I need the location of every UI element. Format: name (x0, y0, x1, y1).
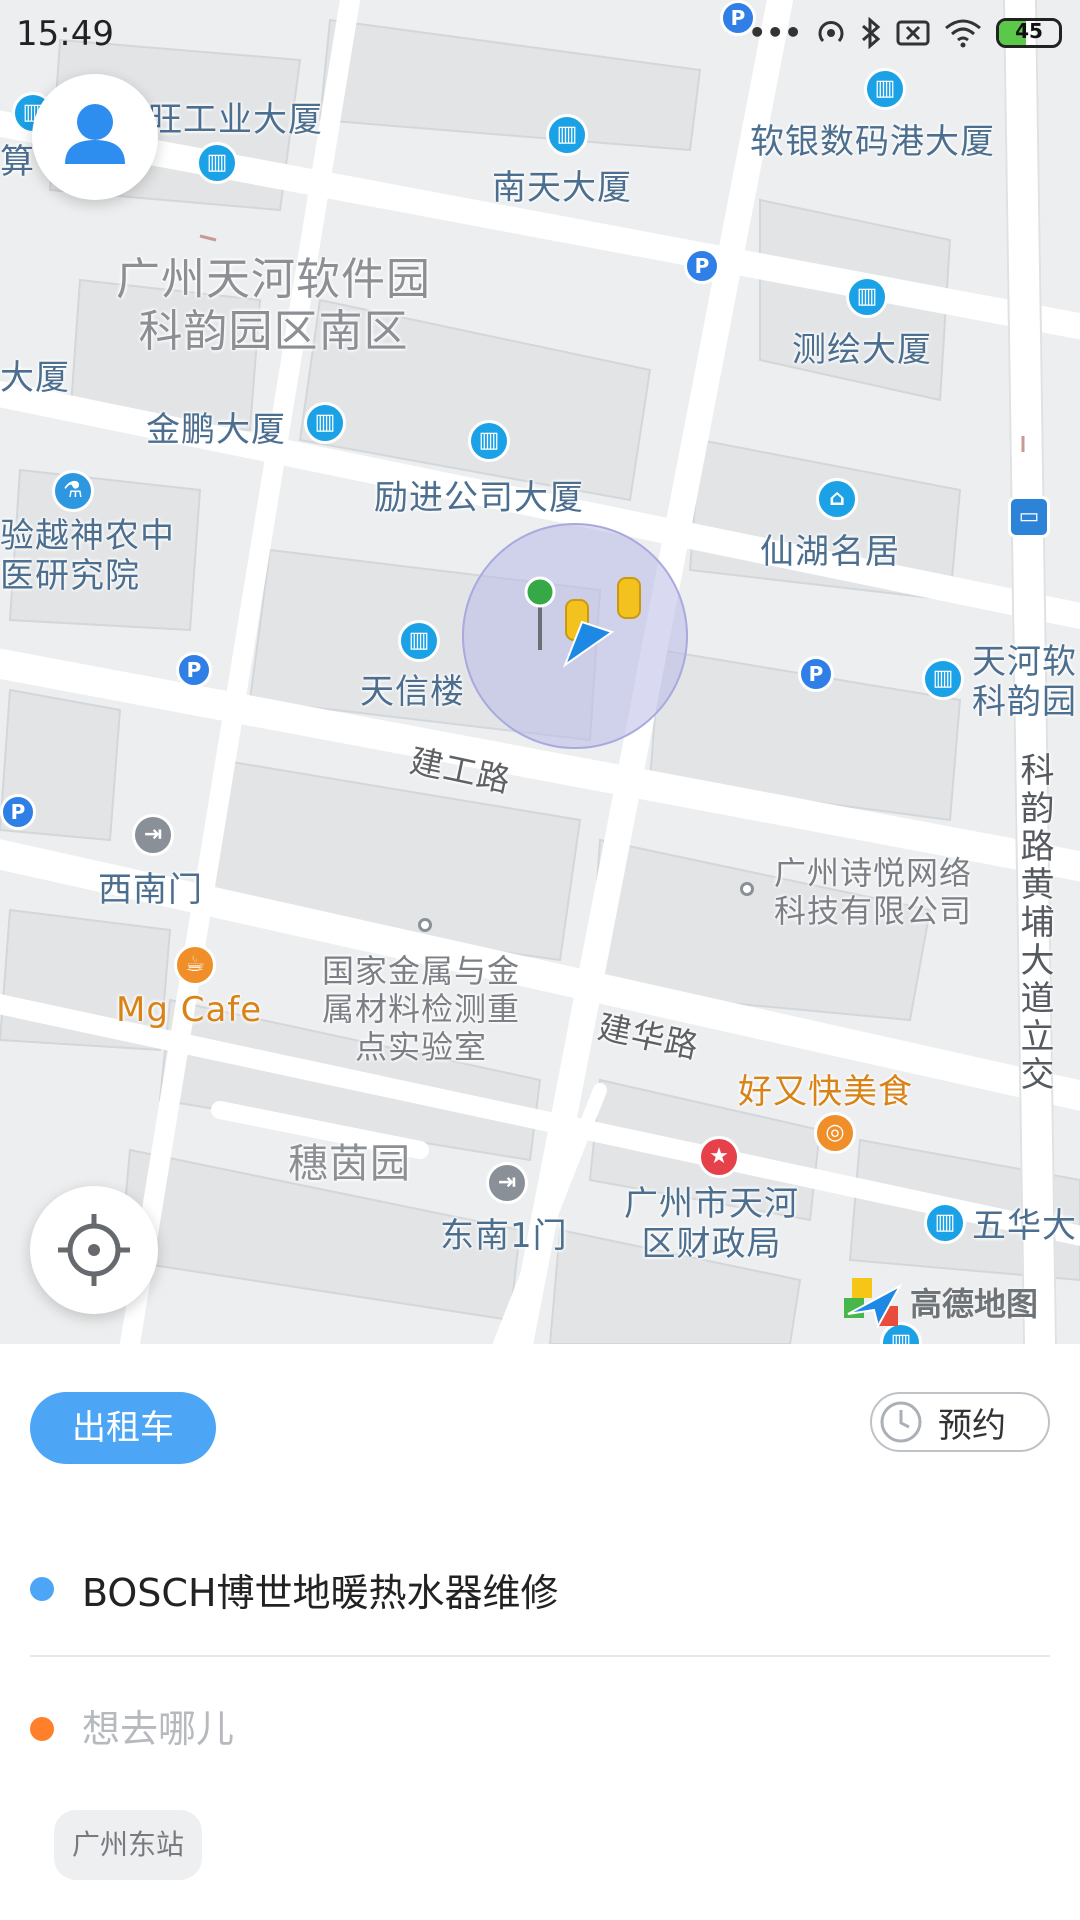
building-icon[interactable]: ▥ (468, 420, 510, 462)
reserve-label: 预约 (938, 1405, 1006, 1446)
residence-icon[interactable]: ⌂ (816, 478, 858, 520)
poi-dot-icon[interactable] (740, 882, 754, 896)
reserve-button[interactable]: 预约 (870, 1392, 1050, 1452)
ride-panel: 出租车 预约 BOSCH博世地暖热水器维修 广州东站 (0, 1344, 1080, 1920)
poi-label[interactable]: 大厦 (0, 350, 70, 399)
amap-logo-text: 高德地图 (910, 1285, 1039, 1323)
building-icon[interactable]: ▥ (304, 402, 346, 444)
pickup-location[interactable]: BOSCH博世地暖热水器维修 (82, 1562, 559, 1617)
government-icon[interactable]: ★ (698, 1136, 740, 1178)
poi-label[interactable]: 广州诗悦网络 科技有限公司 (774, 854, 972, 930)
poi-label[interactable]: 金鹏大厦 (146, 402, 286, 451)
parking-icon[interactable]: P (176, 652, 212, 688)
bluetooth-icon (862, 16, 881, 49)
taxi-tab[interactable]: 出租车 (30, 1392, 216, 1464)
lab-icon[interactable]: ⚗ (52, 470, 94, 512)
poi-label[interactable]: 天河软 科韵园 (972, 642, 1077, 722)
poi-label[interactable]: 南天大厦 (492, 160, 632, 209)
poi-label[interactable]: 五华大 (972, 1198, 1077, 1247)
taxi-app-screen: ▥ 算 旺工业大厦 ▥ ▥ 南天大厦 P ▥ 软银数码港大厦 广州天河软件园 科… (0, 0, 1080, 1920)
parking-icon[interactable]: P (684, 248, 720, 284)
poi-label[interactable]: 天信楼 (360, 664, 465, 713)
parking-icon[interactable]: P (0, 794, 36, 830)
user-avatar-icon (65, 104, 125, 164)
clock-icon (880, 1401, 922, 1443)
poi-label[interactable]: 国家金属与金 属材料检测重 点实验室 (322, 952, 520, 1066)
road-label: 科韵路黄埔大道立交 (1014, 752, 1054, 1094)
crosshair-icon (58, 1214, 130, 1286)
wifi-icon (945, 19, 981, 47)
parking-icon[interactable]: P (798, 656, 834, 692)
poi-label[interactable]: 软银数码港大厦 (750, 114, 995, 163)
gate-icon[interactable]: ⇥ (486, 1162, 528, 1204)
pickup-field[interactable]: BOSCH博世地暖热水器维修 (30, 1544, 1050, 1634)
destination-dot-icon (30, 1717, 54, 1741)
divider (30, 1655, 1050, 1657)
building-icon[interactable]: ▥ (924, 1202, 966, 1244)
restaurant-icon[interactable]: ◎ (814, 1112, 856, 1154)
building-icon[interactable]: ▥ (922, 658, 964, 700)
building-icon[interactable]: ▥ (398, 620, 440, 662)
amap-logo-icon (844, 1278, 903, 1328)
status-icons: ••• 45 (748, 16, 1062, 49)
building-icon[interactable]: ▥ (846, 276, 888, 318)
locate-me-button[interactable] (30, 1186, 158, 1314)
poi-label[interactable]: 广州市天河 区财政局 (624, 1184, 799, 1264)
poi-label[interactable]: 好又快美食 (738, 1064, 913, 1113)
poi-label[interactable]: 仙湖名居 (760, 524, 900, 573)
poi-label[interactable]: Mg Cafe (116, 990, 262, 1030)
gate-icon[interactable]: ⇥ (132, 814, 174, 856)
battery-level: 45 (1015, 18, 1043, 43)
poi-label[interactable]: 励进公司大厦 (374, 470, 584, 519)
battery-icon: 45 (996, 17, 1062, 48)
status-bar: 15:49 ••• 45 (0, 0, 1080, 72)
quick-destination-chip[interactable]: 广州东站 (54, 1810, 203, 1880)
area-label: 广州天河软件园 科韵园区南区 (116, 254, 431, 357)
poi-label[interactable]: 算 (0, 134, 35, 183)
bus-stop-icon[interactable]: ▭ (1008, 496, 1050, 538)
sim-x-icon (896, 20, 930, 45)
poi-label[interactable]: 西南门 (98, 862, 203, 911)
building-icon[interactable]: ▥ (196, 142, 238, 184)
poi-label[interactable]: 验越神农中 医研究院 (0, 516, 175, 596)
map-view[interactable]: ▥ 算 旺工业大厦 ▥ ▥ 南天大厦 P ▥ 软银数码港大厦 广州天河软件园 科… (0, 0, 1080, 1344)
area-label: 穗茵园 (288, 1141, 411, 1187)
status-time: 15:49 (16, 14, 114, 54)
poi-dot-icon[interactable] (418, 918, 432, 932)
destination-input[interactable] (82, 1707, 982, 1751)
destination-field[interactable] (30, 1684, 1050, 1774)
poi-label[interactable]: 东南1门 (440, 1208, 568, 1257)
amap-logo: 高德地图 (844, 1276, 1038, 1328)
user-profile-button[interactable] (32, 74, 158, 200)
building-icon[interactable]: ▥ (546, 114, 588, 156)
building-icon[interactable]: ▥ (864, 68, 906, 110)
poi-label[interactable]: 旺工业大厦 (148, 92, 323, 141)
poi-label[interactable]: 测绘大厦 (792, 322, 932, 371)
pickup-dot-icon (30, 1577, 54, 1601)
cafe-icon[interactable]: ☕ (174, 944, 216, 986)
more-dots-icon: ••• (748, 16, 802, 49)
hotspot-icon (818, 20, 844, 42)
